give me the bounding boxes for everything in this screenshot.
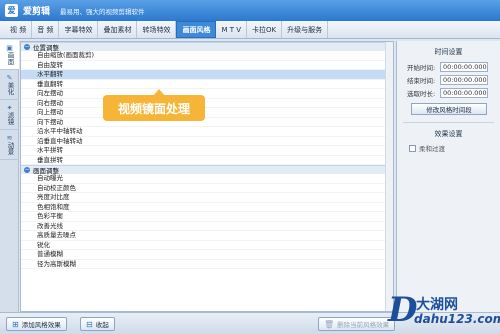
style-effects-list: − 位置调整 自由缩放(画面裁剪) 自由旋转 水平翻转 垂直翻转 向左摆动 向右… (20, 41, 394, 312)
end-time-row: 结束时间: 00:00:00.000 (407, 74, 500, 85)
list-item[interactable]: 高质量去噪点 (21, 231, 393, 241)
collapse-icon: − (24, 166, 30, 173)
list-item[interactable]: 向左摆动 (21, 89, 393, 99)
brush-icon: ✎ (6, 74, 13, 82)
list-item[interactable]: 自动校正颜色 (21, 184, 393, 193)
list-item[interactable]: 普通模糊 (21, 250, 393, 260)
duration-row: 选取时长: 00:00:00.000 (407, 87, 500, 98)
time-settings-title: 时间设置 (434, 48, 463, 56)
motion-icon: ≋ (6, 134, 13, 142)
modify-time-range-button[interactable]: 修改风格时间段 (411, 103, 487, 115)
tab-video[interactable]: 视 频 (5, 21, 33, 38)
list-item[interactable]: 自由缩放(画面裁剪) (21, 51, 393, 61)
divider (403, 122, 494, 123)
list-scrollbar[interactable] (385, 42, 393, 311)
app-logo-icon: 爱 (5, 4, 18, 17)
rail-item-label: 美化 (6, 82, 14, 95)
tab-overlay-materials[interactable]: 叠加素材 (98, 21, 138, 38)
end-time-label: 结束时间: (407, 76, 436, 85)
start-time-field[interactable]: 00:00:00.000 (440, 61, 488, 72)
tab-karaoke[interactable]: 卡拉OK (247, 21, 283, 38)
rail-item-picture[interactable]: ▣ 画面 (0, 40, 19, 70)
list-item[interactable]: 亮度对比度 (21, 193, 393, 203)
list-item[interactable]: 沿水平中轴转动 (21, 127, 393, 137)
main-tab-bar: 视 频 音 频 字幕特效 叠加素材 转场特效 画面风格 M T V 卡拉OK 升… (0, 21, 500, 39)
watermark-url: dahu123.com (414, 312, 500, 326)
fade-transition-checkbox[interactable] (409, 144, 416, 152)
list-item[interactable]: 向上摆动 (21, 108, 393, 118)
trash-icon: 🗑 (324, 319, 335, 329)
effect-settings-title: 效果设置 (434, 130, 463, 138)
group-header-picture-adjust[interactable]: − 画面调整 (21, 165, 393, 175)
end-time-field[interactable]: 00:00:00.000 (440, 74, 488, 85)
screen-icon: ▣ (6, 44, 13, 52)
list-item[interactable]: 色彩平衡 (21, 212, 393, 222)
list-item[interactable]: 沿垂直中轴转动 (21, 137, 393, 146)
add-style-effect-button[interactable]: ⊞ 添加风格效果 (6, 317, 67, 331)
watermark-name: 大湖网 (416, 297, 458, 313)
fade-transition-label: 柔和过渡 (419, 145, 445, 153)
list-item[interactable]: 改善光线 (21, 222, 393, 231)
collapse-icon: − (24, 43, 30, 50)
list-item[interactable]: 自动曝光 (21, 174, 393, 184)
duration-label: 选取时长: (407, 89, 436, 98)
duration-field[interactable]: 00:00:00.000 (440, 87, 488, 98)
callout-label: 视频镜面处理 (103, 95, 205, 121)
tab-subtitle-effects[interactable]: 字幕特效 (59, 21, 99, 38)
list-item-selected[interactable]: 水平翻转 (21, 70, 393, 80)
app-name: 爱剪辑 (23, 7, 51, 17)
list-item[interactable]: 垂直拼转 (21, 156, 393, 165)
list-item[interactable]: 向下摆动 (21, 118, 393, 127)
rail-item-label: 画面 (6, 52, 14, 65)
tab-mtv[interactable]: M T V (216, 21, 248, 38)
tab-transition-effects[interactable]: 转场特效 (137, 21, 177, 38)
collapse-button[interactable]: ⊟ 收起 (80, 317, 115, 331)
app-slogan: 最易用、强大的视频剪辑软件 (60, 7, 145, 16)
rail-item-filter[interactable]: ✦ 滤镜 (0, 100, 19, 130)
list-item[interactable]: 自由旋转 (21, 61, 393, 70)
start-time-row: 开始时间: 00:00:00.000 (407, 61, 500, 72)
rail-item-beautify[interactable]: ✎ 美化 (0, 70, 19, 100)
add-style-effect-label: 添加风格效果 (21, 321, 61, 329)
filter-icon: ✦ (6, 104, 13, 112)
group-header-position[interactable]: − 位置调整 (21, 42, 393, 52)
collapse-panel-icon: ⊟ (86, 319, 93, 329)
add-icon: ⊞ (12, 319, 19, 329)
delete-style-effect-label: 删除当前风格效果 (337, 321, 390, 329)
delete-style-effect-button[interactable]: 🗑 删除当前风格效果 (318, 317, 396, 331)
rail-item-label: 动景 (6, 142, 14, 155)
collapse-label: 收起 (95, 321, 109, 329)
rail-item-label: 滤镜 (6, 112, 14, 125)
list-item[interactable]: 垂直翻转 (21, 80, 393, 89)
tab-audio[interactable]: 音 频 (32, 21, 60, 38)
tab-upgrade-service[interactable]: 升级与服务 (282, 21, 329, 38)
tab-picture-style[interactable]: 画面风格 (176, 21, 217, 38)
list-item[interactable]: 锐化 (21, 241, 393, 250)
style-category-rail: ▣ 画面 ✎ 美化 ✦ 滤镜 ≋ 动景 (0, 40, 19, 312)
settings-panel: 时间设置 开始时间: 00:00:00.000 结束时间: 00:00:00.0… (396, 41, 500, 312)
list-item[interactable]: 水平拼转 (21, 146, 393, 156)
list-item[interactable]: 色相饱和度 (21, 203, 393, 212)
rail-item-motion[interactable]: ≋ 动景 (0, 130, 19, 160)
site-watermark: D 大湖网 dahu123.com (388, 288, 500, 334)
list-item[interactable]: 径为高斯模糊 (21, 260, 393, 269)
start-time-label: 开始时间: (407, 63, 436, 72)
fade-transition-option[interactable]: 柔和过渡 (409, 143, 500, 153)
list-item[interactable]: 向右摆动 (21, 99, 393, 108)
title-bar: 爱 爱剪辑 最易用、强大的视频剪辑软件 (0, 0, 500, 21)
